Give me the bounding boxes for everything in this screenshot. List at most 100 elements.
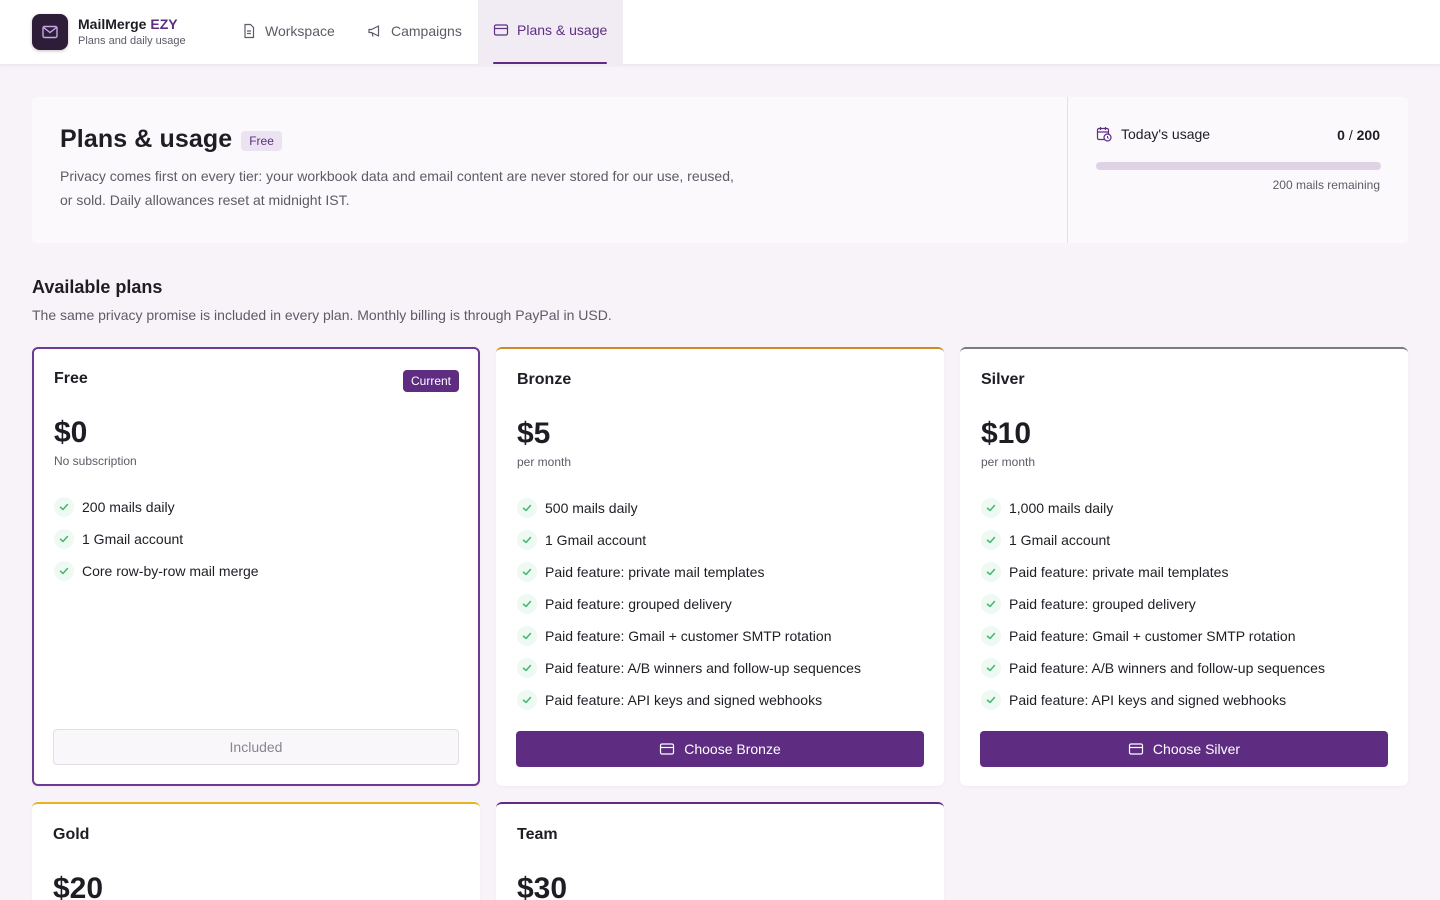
check-icon	[981, 658, 1001, 678]
mail-logo-icon	[32, 14, 68, 50]
check-icon	[517, 498, 537, 518]
credit-card-icon	[493, 23, 509, 36]
feature-label: Core row-by-row mail merge	[82, 563, 259, 579]
check-icon	[981, 690, 1001, 710]
feature-label: Paid feature: A/B winners and follow-up …	[1009, 660, 1325, 676]
feature-label: Paid feature: private mail templates	[545, 564, 765, 580]
feature-item: 500 mails daily	[517, 492, 861, 524]
check-icon	[981, 562, 1001, 582]
app-name: MailMerge EZY	[78, 15, 178, 32]
page-title-row: Plans & usage Free	[60, 125, 282, 154]
feature-label: 1 Gmail account	[82, 531, 184, 547]
tab-campaigns-label: Campaigns	[391, 22, 462, 39]
plan-name: Free	[54, 370, 88, 387]
plan-price: $5	[517, 417, 551, 450]
feature-list: 200 mails daily 1 Gmail account Core row-b…	[54, 491, 259, 587]
plan-price: $0	[54, 416, 88, 449]
privacy-description: Privacy comes first on every tier: your …	[60, 168, 734, 208]
feature-list: 500 mails daily 1 Gmail account Paid featu…	[517, 492, 861, 716]
included-button[interactable]: Included	[53, 729, 459, 765]
plan-period: per month	[517, 455, 572, 469]
feature-item: Core row-by-row mail merge	[54, 555, 259, 587]
feature-item: 1 Gmail account	[54, 523, 259, 555]
feature-item: Paid feature: Gmail + customer SMTP rota…	[517, 620, 861, 652]
check-icon	[517, 530, 537, 550]
plan-price: $30	[517, 872, 568, 900]
feature-label: 1 Gmail account	[1009, 532, 1111, 548]
mails-remaining: 200 mails remaining	[1272, 178, 1380, 192]
calendar-clock-icon	[1096, 127, 1112, 142]
check-icon	[981, 626, 1001, 646]
feature-item: Paid feature: A/B winners and follow-up …	[517, 652, 861, 684]
plan-price: $20	[53, 872, 104, 900]
feature-item: Paid feature: private mail templates	[517, 556, 861, 588]
tab-plans-usage[interactable]: Plans & usage	[478, 0, 623, 65]
plan-card-gold: Gold $20	[32, 802, 480, 900]
check-icon	[517, 626, 537, 646]
feature-item: Paid feature: grouped delivery	[981, 588, 1325, 620]
top-nav: MailMerge EZY Plans and daily usage Work…	[0, 0, 1440, 65]
active-tab-indicator	[493, 62, 607, 64]
check-icon	[54, 497, 74, 517]
check-icon	[517, 562, 537, 582]
plan-period: No subscription	[54, 454, 137, 468]
document-icon	[244, 23, 255, 38]
credit-card-icon	[1128, 743, 1144, 755]
available-plans-heading: Available plans	[32, 277, 163, 297]
tab-campaigns[interactable]: Campaigns	[367, 0, 462, 63]
page-title: Plans & usage	[60, 125, 233, 153]
feature-label: Paid feature: API keys and signed webhoo…	[1009, 692, 1287, 708]
feature-label: Paid feature: A/B winners and follow-up …	[545, 660, 861, 676]
choose-silver-button[interactable]: Choose Silver	[980, 731, 1388, 767]
app-subtitle: Plans and daily usage	[78, 34, 186, 47]
megaphone-icon	[368, 24, 380, 37]
choose-bronze-button[interactable]: Choose Bronze	[516, 731, 924, 767]
check-icon	[517, 690, 537, 710]
current-plan-badge: Free	[241, 131, 282, 151]
tab-plans-usage-label: Plans & usage	[517, 21, 608, 38]
plans-header-panel: Plans & usage Free Privacy comes first o…	[32, 97, 1408, 243]
credit-card-icon	[660, 743, 675, 755]
plan-name: Gold	[53, 826, 90, 843]
check-icon	[517, 658, 537, 678]
feature-item: Paid feature: API keys and signed webhoo…	[981, 684, 1325, 716]
feature-item: Paid feature: Gmail + customer SMTP rota…	[981, 620, 1325, 652]
tab-workspace-label: Workspace	[265, 22, 335, 39]
feature-label: Paid feature: grouped delivery	[1009, 596, 1196, 612]
feature-label: Paid feature: Gmail + customer SMTP rota…	[1009, 628, 1296, 644]
feature-item: Paid feature: API keys and signed webhoo…	[517, 684, 861, 716]
check-icon	[981, 530, 1001, 550]
plan-card-team: Team $30	[496, 802, 944, 900]
feature-label: 500 mails daily	[545, 500, 638, 516]
feature-label: 1,000 mails daily	[1009, 500, 1114, 516]
plan-name: Silver	[981, 371, 1025, 388]
plan-name: Bronze	[517, 371, 572, 388]
feature-item: Paid feature: grouped delivery	[517, 588, 861, 620]
check-icon	[981, 498, 1001, 518]
feature-item: 1 Gmail account	[517, 524, 861, 556]
usage-progress-bar	[1096, 162, 1381, 170]
available-plans-subtitle: The same privacy promise is included in …	[32, 307, 612, 323]
feature-label: Paid feature: grouped delivery	[545, 596, 732, 612]
brand[interactable]: MailMerge EZY Plans and daily usage	[32, 14, 186, 50]
plan-card-bronze: Bronze $5 per month 500 mails daily 1 Gma…	[496, 347, 944, 786]
plan-price: $10	[981, 417, 1032, 450]
feature-item: 1 Gmail account	[981, 524, 1325, 556]
daily-usage-panel: Today's usage 0 / 200 200 mails remainin…	[1067, 97, 1408, 243]
feature-label: Paid feature: API keys and signed webhoo…	[545, 692, 823, 708]
feature-item: 200 mails daily	[54, 491, 259, 523]
plan-period: per month	[981, 455, 1036, 469]
tab-workspace[interactable]: Workspace	[241, 0, 335, 63]
feature-label: 1 Gmail account	[545, 532, 647, 548]
feature-item: Paid feature: A/B winners and follow-up …	[981, 652, 1325, 684]
feature-item: Paid feature: private mail templates	[981, 556, 1325, 588]
check-icon	[517, 594, 537, 614]
usage-count: 0 / 200	[1337, 127, 1380, 143]
plan-card-free: Free Current $0 No subscription 200 mail…	[32, 347, 480, 786]
usage-label: Today's usage	[1096, 126, 1210, 142]
current-badge: Current	[402, 370, 459, 392]
check-icon	[981, 594, 1001, 614]
feature-label: Paid feature: Gmail + customer SMTP rota…	[545, 628, 832, 644]
feature-item: 1,000 mails daily	[981, 492, 1325, 524]
check-icon	[54, 529, 74, 549]
